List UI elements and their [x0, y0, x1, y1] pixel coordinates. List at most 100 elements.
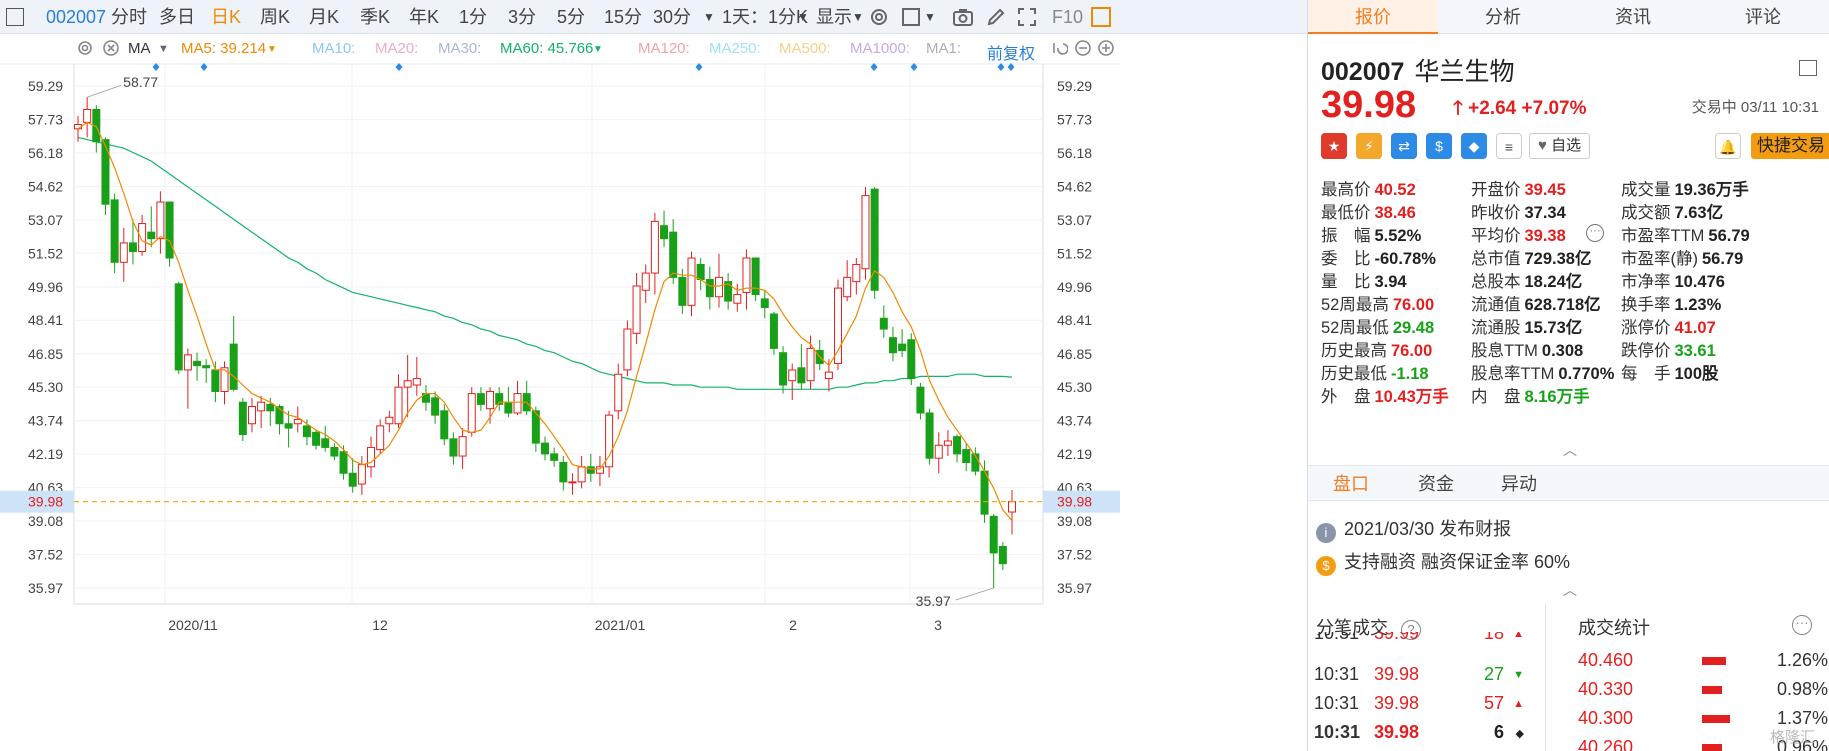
- square-icon[interactable]: [902, 8, 920, 26]
- candle-body: [266, 403, 275, 412]
- fullscreen-icon[interactable]: [1016, 6, 1038, 28]
- period-tab-6[interactable]: 年K: [409, 0, 439, 34]
- quick-trade-button[interactable]: 快捷交易: [1751, 133, 1829, 159]
- layout-icon[interactable]: [1799, 60, 1817, 76]
- stat-value: 33.61: [1674, 342, 1716, 360]
- period-tab-5[interactable]: 季K: [360, 0, 390, 34]
- candle-body: [925, 412, 934, 459]
- stat-value: 10.476: [1674, 273, 1725, 291]
- period-tab-11[interactable]: 30分: [653, 0, 691, 34]
- display-menu[interactable]: 显示: [816, 0, 852, 34]
- period-tab-4[interactable]: 月K: [309, 0, 339, 34]
- tab-funds[interactable]: 资金: [1418, 466, 1454, 502]
- earnings-text: 2021/03/30 发布财报: [1344, 519, 1512, 539]
- collapse-arrow-icon[interactable]: ︿: [1563, 440, 1577, 460]
- zoom-out-icon[interactable]: [1074, 39, 1092, 61]
- candle-body: [467, 393, 476, 433]
- collapse-arrow-icon[interactable]: ︿: [1563, 580, 1577, 600]
- tab-comments[interactable]: 评论: [1698, 0, 1828, 34]
- undo-icon[interactable]: [1050, 39, 1069, 61]
- period-tab-7[interactable]: 1分: [459, 0, 487, 34]
- stat-value: 19.36万手: [1674, 181, 1749, 199]
- shuffle-icon[interactable]: ⇄: [1391, 133, 1417, 159]
- x-tick-label: 2020/11: [168, 617, 218, 633]
- period-tab-9[interactable]: 5分: [557, 0, 585, 34]
- adjust-select[interactable]: 前复权: [987, 40, 1035, 64]
- y-tick-label-right: 57.73: [1057, 112, 1092, 128]
- candle-body: [595, 466, 604, 474]
- chevron-down-icon[interactable]: ▼: [924, 0, 936, 34]
- settings-gear-icon[interactable]: [868, 6, 890, 28]
- chevron-down-icon[interactable]: ▼: [852, 0, 864, 34]
- y-tick-label-left: 43.74: [28, 413, 63, 429]
- chevron-down-icon[interactable]: ▼: [797, 0, 809, 34]
- tab-analysis[interactable]: 分析: [1438, 0, 1568, 34]
- candle-body: [962, 449, 971, 463]
- settings-icon[interactable]: [76, 39, 94, 61]
- y-tick-label-left: 53.07: [28, 212, 63, 228]
- chevron-down-icon[interactable]: ▼: [158, 43, 169, 55]
- stat-label: 历史最低: [1321, 365, 1387, 383]
- tag-icon[interactable]: ◆: [1461, 133, 1487, 159]
- y-tick-label-left: 39.08: [28, 513, 63, 529]
- ma-type-select[interactable]: MA: [128, 40, 151, 57]
- candle-body: [760, 298, 769, 309]
- tab-anomaly[interactable]: 异动: [1501, 466, 1537, 502]
- stat-label: 最高价: [1321, 181, 1371, 199]
- tab-order-book[interactable]: 盘口: [1333, 466, 1369, 502]
- kline-chart[interactable]: 59.29 59.29 57.73 57.73 56.18 56.18 54.62 54.62…: [0, 34, 1120, 751]
- tab-quote[interactable]: 报价: [1308, 0, 1438, 34]
- period-tab-10[interactable]: 15分: [604, 0, 642, 34]
- candle-body: [568, 481, 577, 484]
- close-icon[interactable]: [102, 39, 120, 61]
- range-select[interactable]: 1天：1分K: [722, 0, 808, 34]
- sidebar-toggle-icon[interactable]: [6, 8, 24, 26]
- tick-price: 39.98: [1374, 664, 1420, 684]
- stat-label: 开盘价: [1471, 181, 1521, 199]
- candle-body: [696, 263, 705, 281]
- candle-body: [504, 401, 513, 414]
- china-flag-icon[interactable]: ★: [1321, 133, 1347, 159]
- period-tab-0[interactable]: 分时: [111, 0, 147, 34]
- dollar-icon[interactable]: $: [1426, 133, 1452, 159]
- stat-value: 41.07: [1674, 319, 1716, 337]
- chevron-down-icon[interactable]: ▼: [703, 0, 715, 34]
- camera-icon[interactable]: [952, 6, 974, 28]
- stock-header: 002007 华兰生物: [1321, 52, 1514, 88]
- zoom-in-icon[interactable]: [1097, 39, 1115, 61]
- margin-info[interactable]: $ 支持融资 融资保证金率 60%: [1316, 548, 1570, 576]
- candle-body: [486, 390, 495, 410]
- tab-news[interactable]: 资讯: [1568, 0, 1698, 34]
- more-icon[interactable]: ···: [1586, 224, 1604, 242]
- candle-body: [879, 317, 888, 330]
- bell-icon[interactable]: 🔔: [1715, 133, 1741, 159]
- lightning-icon[interactable]: ⚡: [1356, 133, 1382, 159]
- period-tab-2[interactable]: 日K: [211, 0, 241, 34]
- period-tab-1[interactable]: 多日: [159, 0, 195, 34]
- candle-body: [980, 470, 989, 515]
- sub-tabs: 盘口 资金 异动: [1308, 465, 1829, 501]
- stock-code-label[interactable]: 002007: [46, 0, 106, 34]
- volume-stat-row: 40.330 0.98%: [1578, 679, 1828, 708]
- candle-body: [330, 446, 339, 457]
- change-percent: +7.07%: [1521, 98, 1587, 119]
- period-tab-8[interactable]: 3分: [508, 0, 536, 34]
- earnings-info[interactable]: i 2021/03/30 发布财报: [1316, 515, 1511, 543]
- period-tab-3[interactable]: 周K: [260, 0, 290, 34]
- candle-body: [394, 386, 403, 425]
- stat-label: 委 比: [1321, 250, 1371, 268]
- pencil-icon[interactable]: [985, 6, 1007, 28]
- candle-body: [449, 438, 458, 457]
- chevron-down-icon[interactable]: ▼: [593, 44, 603, 55]
- document-icon[interactable]: ≡: [1496, 133, 1522, 159]
- y-tick-label-right: 53.07: [1057, 212, 1092, 228]
- stat-item: 平均价 39.38: [1471, 222, 1566, 246]
- chevron-down-icon[interactable]: ▼: [267, 44, 277, 55]
- more-icon[interactable]: ···: [1792, 615, 1812, 635]
- f10-button[interactable]: F10: [1052, 0, 1083, 34]
- stat-label: 股息率TTM: [1471, 365, 1555, 383]
- kline-chart-area[interactable]: 59.29 59.29 57.73 57.73 56.18 56.18 54.62 54.62…: [0, 34, 1307, 751]
- panel-toggle-icon[interactable]: [1091, 7, 1111, 27]
- add-watchlist-button[interactable]: ♥ 自选: [1529, 133, 1591, 159]
- info-icon: i: [1316, 523, 1336, 543]
